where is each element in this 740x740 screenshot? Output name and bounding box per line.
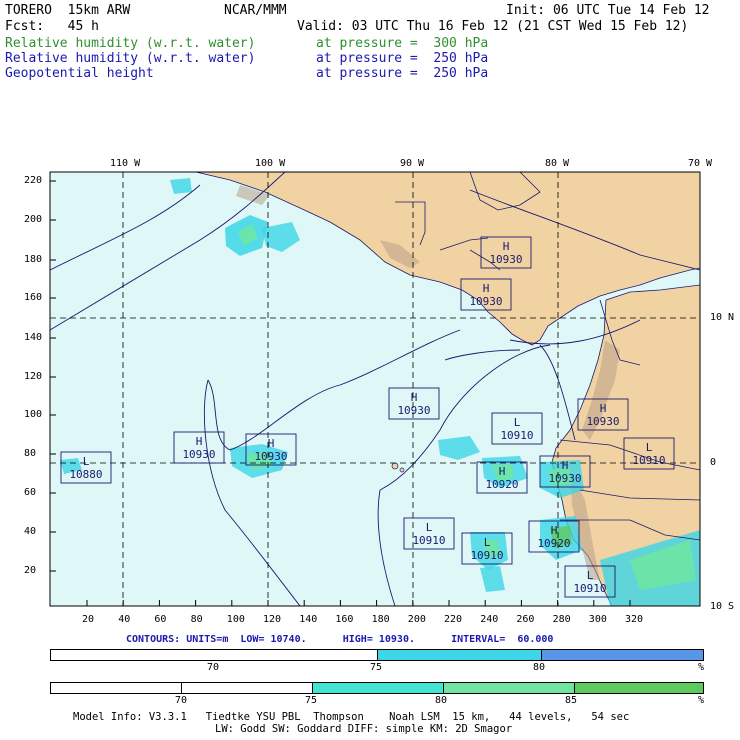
scale-bin: [182, 683, 313, 693]
scale-bin: [542, 650, 703, 660]
x-tick-label: 100: [226, 614, 245, 625]
right-lat-label: 10 N: [710, 312, 735, 323]
x-tick-label: 240: [480, 614, 499, 625]
y-tick-label: 100: [24, 409, 43, 420]
scale2-label: 85: [565, 695, 578, 706]
x-tick-label: 160: [335, 614, 354, 625]
center-value: 10930: [254, 450, 287, 463]
y-tick-label: 160: [24, 292, 43, 303]
scale-bin: [444, 683, 575, 693]
center-type: H: [268, 437, 275, 450]
center-value: 10910: [470, 549, 503, 562]
y-tick-label: 20: [24, 565, 37, 576]
center-value: 10930: [469, 295, 502, 308]
top-lon-label: 80 W: [545, 158, 570, 169]
center-value: 10910: [412, 534, 445, 547]
center-type: H: [411, 391, 418, 404]
x-tick-label: 60: [154, 614, 167, 625]
scale2-label: 70: [175, 695, 188, 706]
top-lon-label: 70 W: [688, 158, 713, 169]
y-tick-label: 220: [24, 175, 43, 186]
center-value: 10880: [69, 468, 102, 481]
x-tick-label: 40: [118, 614, 131, 625]
center-type: H: [196, 435, 203, 448]
scale2-label: 75: [305, 695, 318, 706]
contours-info: CONTOURS: UNITS=m LOW= 10740. HIGH= 1093…: [126, 634, 554, 645]
y-tick-label: 120: [24, 371, 43, 382]
x-tick-label: 20: [82, 614, 95, 625]
y-tick-label: 80: [24, 448, 37, 459]
center-type: L: [83, 455, 90, 468]
rh-250-scale-bar: [50, 682, 704, 694]
model-info: Model Info: V3.3.1 Tiedtke YSU PBL Thomp…: [73, 711, 630, 723]
center-type: L: [484, 536, 491, 549]
scale2-label: %: [698, 695, 705, 706]
center-type: H: [551, 524, 558, 537]
right-lat-label: 0: [710, 457, 717, 468]
center-type: H: [503, 240, 510, 253]
x-tick-label: 140: [299, 614, 318, 625]
galapagos-island: [391, 462, 399, 470]
center-value: 10910: [632, 454, 665, 467]
x-tick-label: 80: [190, 614, 203, 625]
scale1-label: 70: [207, 662, 220, 673]
scale-bin: [51, 683, 182, 693]
galapagos-island: [399, 467, 405, 473]
y-tick-label: 40: [24, 526, 37, 537]
weather-map: H10930H10930H10930L10910H10930H10930L108…: [49, 171, 701, 607]
scale1-label: 75: [370, 662, 383, 673]
scale-bin: [378, 650, 542, 660]
x-tick-label: 220: [444, 614, 463, 625]
x-tick-label: 280: [552, 614, 571, 625]
center-type: H: [483, 282, 490, 295]
x-tick-label: 180: [371, 614, 390, 625]
center-value: 10930: [489, 253, 522, 266]
center-value: 10930: [397, 404, 430, 417]
center-value: 10920: [537, 537, 570, 550]
scale-bin: [51, 650, 378, 660]
center-type: L: [514, 416, 521, 429]
y-tick-label: 60: [24, 487, 37, 498]
scale2-label: 80: [435, 695, 448, 706]
top-lon-label: 110 W: [110, 158, 141, 169]
scale1-label: %: [698, 662, 705, 673]
center-value: 10910: [573, 582, 606, 595]
x-tick-label: 300: [588, 614, 607, 625]
center-value: 10930: [548, 472, 581, 485]
center-value: 10910: [500, 429, 533, 442]
center-type: H: [499, 465, 506, 478]
x-tick-label: 200: [407, 614, 426, 625]
right-lat-label: 10 S: [710, 601, 735, 612]
center-value: 10930: [182, 448, 215, 461]
center-value: 10920: [485, 478, 518, 491]
center-type: L: [426, 521, 433, 534]
top-lon-label: 100 W: [255, 158, 286, 169]
center-type: H: [562, 459, 569, 472]
x-tick-label: 260: [516, 614, 535, 625]
rh-300-scale-bar: [50, 649, 704, 661]
center-type: L: [646, 441, 653, 454]
y-tick-label: 140: [24, 332, 43, 343]
y-tick-label: 180: [24, 254, 43, 265]
top-lon-label: 90 W: [400, 158, 425, 169]
y-tick-label: 200: [24, 214, 43, 225]
center-type: H: [600, 402, 607, 415]
x-tick-label: 120: [263, 614, 282, 625]
scale-bin: [313, 683, 444, 693]
center-value: 10930: [586, 415, 619, 428]
center-type: L: [587, 569, 594, 582]
physics-info: LW: Godd SW: Goddard DIFF: simple KM: 2D…: [215, 723, 513, 735]
scale-bin: [575, 683, 703, 693]
x-tick-label: 320: [625, 614, 644, 625]
scale1-label: 80: [533, 662, 546, 673]
